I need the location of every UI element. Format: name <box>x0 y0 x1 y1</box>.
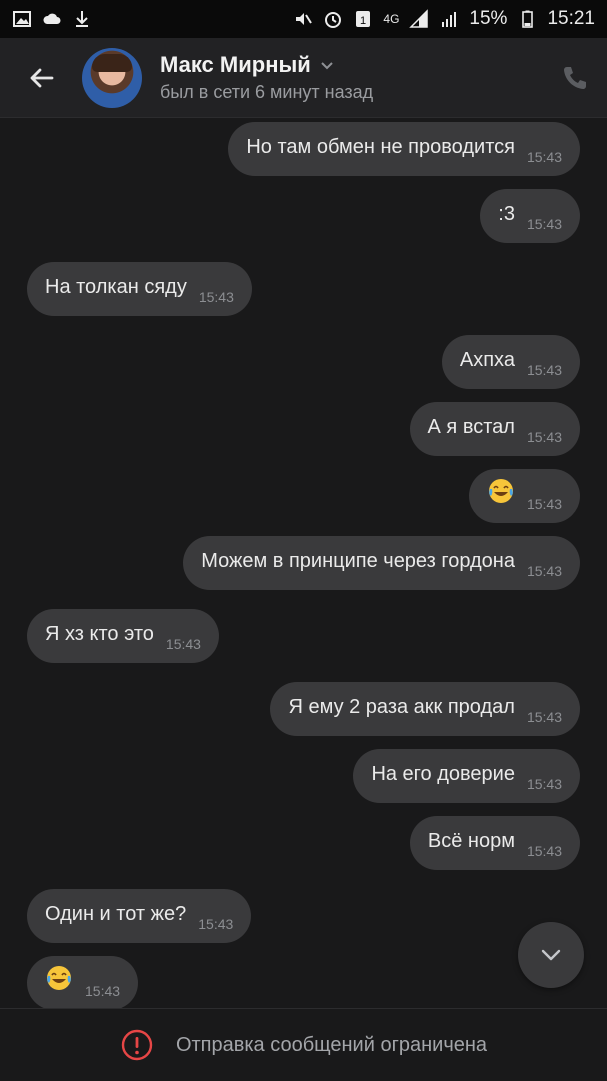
message-text: :3 <box>498 202 515 225</box>
back-button[interactable] <box>0 38 82 118</box>
status-time: 15:21 <box>547 8 595 29</box>
message-bubble[interactable]: 15:43 <box>27 956 139 1008</box>
gallery-icon <box>12 9 32 29</box>
message-time: 15:43 <box>85 983 121 999</box>
message-time: 15:43 <box>526 563 562 579</box>
status-bar-right: 1 4G 15% 15:21 <box>293 8 595 30</box>
message-time: 15:43 <box>526 776 562 792</box>
message-text: Но там обмен не проводится <box>246 135 515 158</box>
svg-text:1: 1 <box>360 15 366 27</box>
arrow-left-icon <box>30 68 54 87</box>
signal-icon-2 <box>439 9 459 29</box>
message-bubble[interactable]: Я хз кто это 15:43 <box>27 609 219 663</box>
restriction-notice: Отправка сообщений ограничена <box>175 1033 488 1056</box>
message-text: На толкан сяду <box>45 275 187 298</box>
contact-info[interactable]: Макс Мирный был в сети 6 минут назад <box>160 52 543 103</box>
message-bubble[interactable]: Но там обмен не проводится 15:43 <box>228 122 580 176</box>
avatar[interactable] <box>82 47 142 108</box>
message-time: 15:43 <box>526 149 562 165</box>
message-text: Можем в принципе через гордона <box>201 549 515 572</box>
message-bubble[interactable]: Всё норм 15:43 <box>409 816 580 870</box>
status-bar-left <box>12 9 92 29</box>
message-time: 15:43 <box>526 429 562 445</box>
message-list[interactable]: Но там обмен не проводится 15:43 :3 15:4… <box>0 118 607 1008</box>
message-bubble[interactable]: 15:43 <box>468 469 580 523</box>
alarm-icon <box>323 9 343 29</box>
message-text: Я ему 2 раза акк продал <box>288 695 515 718</box>
message-text: Один и тот же? <box>45 902 187 925</box>
message-text: Всё норм <box>427 829 515 852</box>
sim-icon: 1 <box>353 9 373 29</box>
contact-name-row: Макс Мирный <box>160 52 543 78</box>
chevron-down-icon <box>541 949 561 961</box>
message-time: 15:43 <box>198 916 234 932</box>
message-bubble[interactable]: Можем в принципе через гордона 15:43 <box>183 536 580 590</box>
message-bubble[interactable]: Я ему 2 раза акк продал 15:43 <box>270 682 580 736</box>
chat-header: Макс Мирный был в сети 6 минут назад <box>0 38 607 118</box>
download-icon <box>72 9 92 29</box>
battery-icon <box>517 9 537 29</box>
message-emoji <box>487 477 515 511</box>
message-time: 15:43 <box>526 496 562 512</box>
message-bubble[interactable]: :3 15:43 <box>480 189 580 243</box>
scroll-to-bottom-button[interactable] <box>518 922 584 988</box>
call-button[interactable] <box>543 38 607 118</box>
message-text: А я встал <box>427 415 515 438</box>
message-text: Я хз кто это <box>45 622 154 645</box>
message-time: 15:43 <box>526 843 562 859</box>
phone-icon <box>564 66 586 89</box>
tears-of-joy-icon <box>47 966 71 990</box>
message-bubble[interactable]: На толкан сяду 15:43 <box>27 262 252 316</box>
contact-name: Макс Мирный <box>160 52 311 77</box>
message-bubble[interactable]: На его доверие 15:43 <box>353 749 580 803</box>
messaging-restricted-bar: Отправка сообщений ограничена <box>0 1008 607 1081</box>
chevron-down-icon <box>321 62 333 70</box>
message-text: Ахпха <box>459 348 515 371</box>
message-text: На его доверие <box>371 762 515 785</box>
message-bubble[interactable]: А я встал 15:43 <box>409 402 580 456</box>
alert-circle-icon <box>121 1029 153 1061</box>
message-time: 15:43 <box>526 709 562 725</box>
message-time: 15:43 <box>526 362 562 378</box>
message-time: 15:43 <box>198 289 234 305</box>
status-bar: 1 4G 15% 15:21 <box>0 0 607 38</box>
contact-last-seen: был в сети 6 минут назад <box>160 82 374 102</box>
network-type-label: 4G <box>383 12 400 26</box>
cloud-sync-icon <box>42 9 62 29</box>
message-bubble[interactable]: Один и тот же? 15:43 <box>27 889 252 943</box>
message-time: 15:43 <box>526 216 562 232</box>
message-emoji <box>45 964 73 998</box>
tears-of-joy-icon <box>488 479 513 503</box>
battery-percent: 15% <box>469 8 508 29</box>
message-bubble[interactable]: Ахпха 15:43 <box>441 335 580 389</box>
message-time: 15:43 <box>165 636 201 652</box>
signal-icon <box>409 9 429 29</box>
mute-vibrate-icon <box>293 9 313 29</box>
